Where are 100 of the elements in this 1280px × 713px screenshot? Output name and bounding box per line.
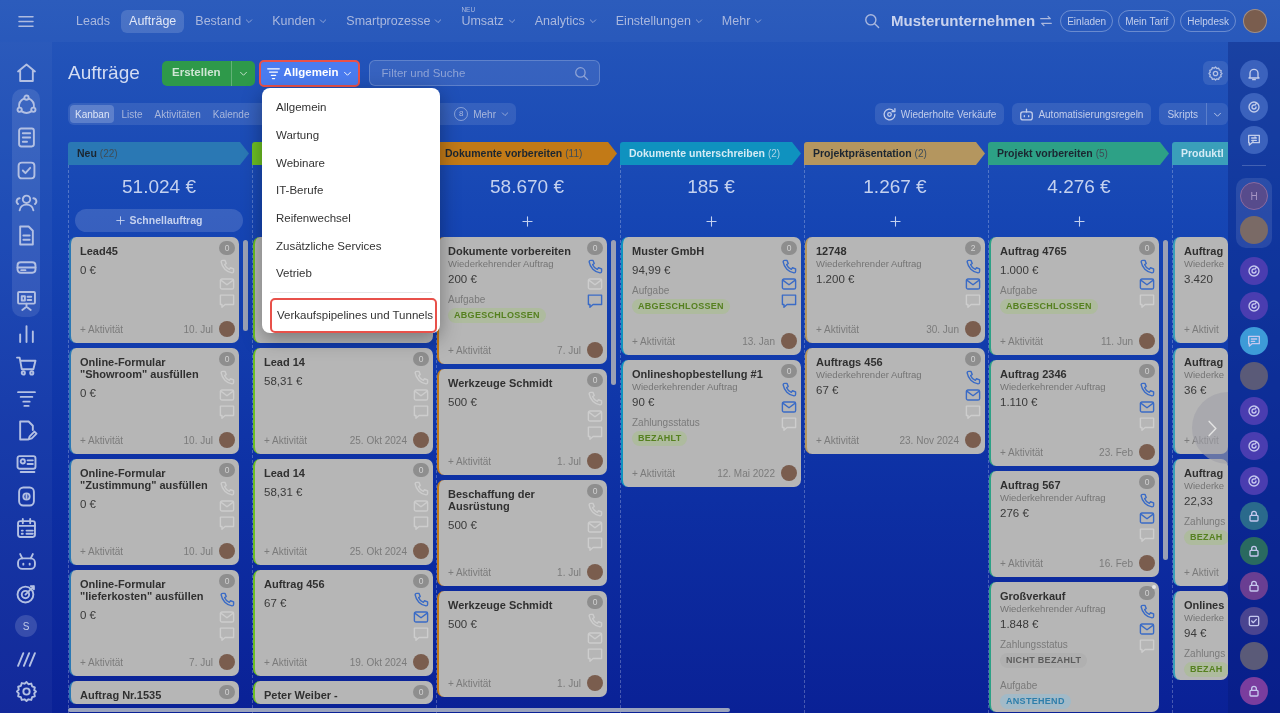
card-title[interactable]: Lead45 bbox=[80, 245, 216, 257]
card-title[interactable]: Online-Formular "lieferkosten" ausfüllen bbox=[80, 578, 216, 602]
scrollbar-thumb[interactable] bbox=[243, 240, 248, 331]
avatar[interactable] bbox=[1240, 642, 1268, 670]
mail-icon[interactable] bbox=[1140, 511, 1154, 525]
mail-icon[interactable] bbox=[966, 388, 980, 402]
nav-item[interactable]: Bestand bbox=[187, 9, 262, 33]
mail-icon[interactable] bbox=[414, 610, 428, 624]
card-title[interactable]: Onlineshopbestellung #1 bbox=[632, 368, 778, 380]
card-title[interactable]: Beschaffung der Ausrüstung bbox=[448, 488, 584, 512]
checkbox-icon[interactable] bbox=[1240, 607, 1268, 635]
nav-item[interactable]: Analytics bbox=[526, 9, 605, 33]
stripes-logo-icon[interactable] bbox=[16, 649, 36, 669]
card-title[interactable]: Onlines bbox=[1184, 599, 1228, 611]
mail-icon[interactable] bbox=[966, 277, 980, 291]
checkbox-icon[interactable] bbox=[16, 160, 36, 180]
avatar[interactable] bbox=[1240, 216, 1268, 244]
menu-icon[interactable] bbox=[19, 15, 33, 27]
nav-item[interactable]: Leads bbox=[68, 9, 119, 33]
card-title[interactable]: Peter Weiber - bbox=[264, 689, 410, 701]
phone-icon[interactable] bbox=[1140, 383, 1154, 397]
search-icon[interactable] bbox=[574, 66, 588, 80]
card-title[interactable]: Großverkauf bbox=[1000, 590, 1136, 602]
swirl-icon[interactable] bbox=[1240, 292, 1268, 320]
settings-icon[interactable] bbox=[16, 682, 36, 702]
document-list-icon[interactable] bbox=[16, 128, 36, 147]
horizontal-scrollbar[interactable] bbox=[68, 708, 730, 712]
menu-item[interactable]: IT-Berufe bbox=[262, 177, 440, 205]
contact-card-icon[interactable] bbox=[16, 453, 36, 473]
mail-icon[interactable] bbox=[782, 277, 796, 291]
card-title[interactable]: Auftrag 456 bbox=[264, 578, 410, 590]
menu-item[interactable]: Reifenwechsel bbox=[262, 204, 440, 233]
mail-icon[interactable] bbox=[1140, 400, 1154, 414]
cycle-dots-icon[interactable] bbox=[16, 95, 36, 115]
nav-item[interactable]: Aufträge bbox=[121, 9, 185, 33]
phone-icon[interactable] bbox=[782, 383, 796, 397]
nav-item[interactable]: Smartprozesse bbox=[338, 9, 451, 33]
mail-icon[interactable] bbox=[782, 400, 796, 414]
phone-icon[interactable] bbox=[966, 260, 980, 274]
quick-add-button[interactable]: Schnellauftrag bbox=[75, 209, 243, 232]
nav-item[interactable]: Mehr bbox=[713, 9, 771, 33]
card-title[interactable]: Online-Formular "Zustimmung" ausfüllen bbox=[80, 467, 216, 491]
people-icon[interactable] bbox=[16, 193, 36, 213]
phone-icon[interactable] bbox=[966, 371, 980, 385]
company-name[interactable]: Musterunternehmen bbox=[891, 9, 1036, 33]
swap-icon[interactable] bbox=[1040, 15, 1053, 27]
avatar[interactable] bbox=[1240, 362, 1268, 390]
card-title[interactable]: Auftrag bbox=[1184, 356, 1228, 368]
search-icon[interactable] bbox=[865, 14, 879, 28]
phone-icon[interactable] bbox=[414, 593, 428, 607]
card-title[interactable]: Auftrag bbox=[1184, 467, 1228, 479]
card-title[interactable]: Lead 14 bbox=[264, 467, 410, 479]
settings-button[interactable] bbox=[1203, 61, 1228, 85]
mail-icon[interactable] bbox=[1140, 277, 1154, 291]
lock-icon[interactable] bbox=[1240, 537, 1268, 565]
phone-icon[interactable] bbox=[588, 260, 602, 274]
bar-chart-icon[interactable] bbox=[16, 323, 36, 343]
safe-icon[interactable] bbox=[16, 486, 36, 506]
deal-card[interactable]: Auftrag Wiederke 3.420 + Aktivit bbox=[1173, 237, 1228, 343]
menu-item[interactable]: Vetrieb bbox=[262, 260, 440, 288]
card-title[interactable]: Auftrag 567 bbox=[1000, 479, 1136, 491]
home-icon[interactable] bbox=[16, 62, 36, 82]
chat-icon[interactable] bbox=[1240, 126, 1268, 154]
menu-item[interactable]: Zusätzliche Services bbox=[262, 232, 440, 261]
toolbar-button[interactable]: Wiederholte Verkäufe bbox=[874, 103, 1005, 125]
nav-item[interactable]: Einstellungen bbox=[607, 9, 711, 33]
funnel-icon[interactable] bbox=[16, 388, 36, 408]
card-title[interactable]: Auftrag bbox=[1184, 245, 1228, 257]
target-icon[interactable] bbox=[16, 584, 36, 604]
document-pen-icon[interactable] bbox=[16, 421, 36, 441]
card-title[interactable]: Muster GmbH bbox=[632, 245, 778, 257]
calendar-icon[interactable] bbox=[16, 519, 36, 539]
card-title[interactable]: Auftrags 456 bbox=[816, 356, 962, 368]
card-title[interactable]: Werkzeuge Schmidt bbox=[448, 599, 584, 611]
cart-icon[interactable] bbox=[16, 356, 36, 376]
swirl-icon[interactable] bbox=[1240, 257, 1268, 285]
card-title[interactable]: Werkzeuge Schmidt bbox=[448, 377, 584, 389]
phone-icon[interactable] bbox=[1140, 494, 1154, 508]
phone-icon[interactable] bbox=[782, 260, 796, 274]
menu-item[interactable]: Allgemein bbox=[262, 94, 440, 122]
card-title[interactable]: Dokumente vorbereiten bbox=[448, 245, 584, 257]
phone-icon[interactable] bbox=[220, 593, 234, 607]
phone-icon[interactable] bbox=[1140, 605, 1154, 619]
lock-icon[interactable] bbox=[1240, 572, 1268, 600]
toolbar-button[interactable]: Automatisierungsregeln bbox=[1012, 103, 1152, 125]
create-menu-button[interactable] bbox=[230, 60, 255, 86]
lock-icon[interactable] bbox=[1240, 677, 1268, 705]
nav-item[interactable]: Kunden bbox=[264, 9, 336, 33]
avatar[interactable] bbox=[1243, 9, 1267, 33]
menu-item[interactable]: Wartung bbox=[262, 121, 440, 150]
scrollbar-thumb[interactable] bbox=[1163, 240, 1168, 560]
card-title[interactable]: 12748 bbox=[816, 245, 962, 257]
phone-icon[interactable] bbox=[1140, 260, 1154, 274]
card-title[interactable]: Auftrag 2346 bbox=[1000, 368, 1136, 380]
swirl-icon[interactable] bbox=[1240, 432, 1268, 460]
document-icon[interactable] bbox=[16, 225, 36, 245]
card-title[interactable]: Auftrag Nr.1535 bbox=[80, 689, 216, 701]
menu-item[interactable]: Webinare bbox=[262, 149, 440, 178]
card-title[interactable]: Auftrag 4765 bbox=[1000, 245, 1136, 257]
card-title[interactable]: Lead 14 bbox=[264, 356, 410, 368]
